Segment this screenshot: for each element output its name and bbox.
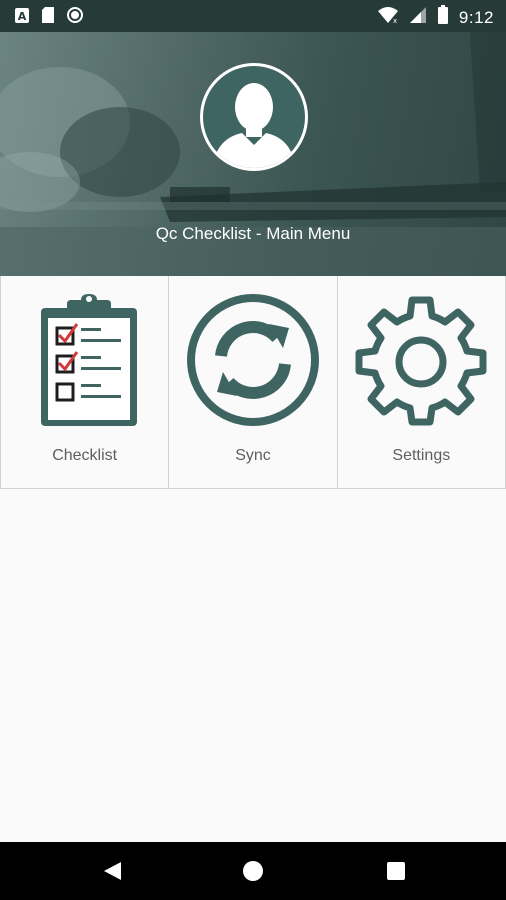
gear-icon: [355, 296, 487, 426]
svg-text:A: A: [18, 10, 27, 23]
checklist-tile[interactable]: Checklist: [0, 276, 170, 488]
sync-icon: [186, 294, 319, 426]
user-avatar-icon[interactable]: [198, 61, 310, 173]
recents-icon: [387, 862, 405, 880]
status-time: 9:12: [458, 7, 494, 27]
sd-card-icon: [40, 6, 56, 29]
svg-text:x: x: [393, 17, 397, 24]
settings-label: Settings: [392, 447, 451, 464]
clipboard-checklist-icon: [40, 294, 137, 426]
signal-icon: [409, 6, 427, 29]
home-icon: [243, 861, 263, 881]
checklist-label: Checklist: [52, 447, 118, 464]
page-title: Qc Checklist - Main Menu: [155, 224, 351, 243]
notification-a-icon: A: [14, 7, 30, 29]
status-left-icons: A: [14, 6, 84, 29]
app-screen: A x 9:12 Qc Checklist - Main Menu Checkl…: [0, 0, 506, 900]
settings-tile[interactable]: Settings: [338, 276, 506, 488]
system-nav-bar: [0, 842, 506, 900]
record-icon: [66, 6, 84, 29]
status-right-icons: x 9:12: [377, 5, 494, 30]
main-menu-grid: Checklist Sync Settings: [0, 276, 506, 489]
wifi-icon: x: [377, 6, 399, 29]
header-banner: Qc Checklist - Main Menu: [0, 32, 506, 276]
back-button[interactable]: [72, 842, 152, 900]
back-icon: [104, 862, 121, 880]
battery-icon: [437, 5, 449, 30]
home-button[interactable]: [213, 842, 293, 900]
status-bar: A x 9:12: [0, 0, 506, 32]
recents-button[interactable]: [356, 842, 436, 900]
sync-tile[interactable]: Sync: [169, 276, 338, 488]
sync-label: Sync: [235, 447, 271, 464]
